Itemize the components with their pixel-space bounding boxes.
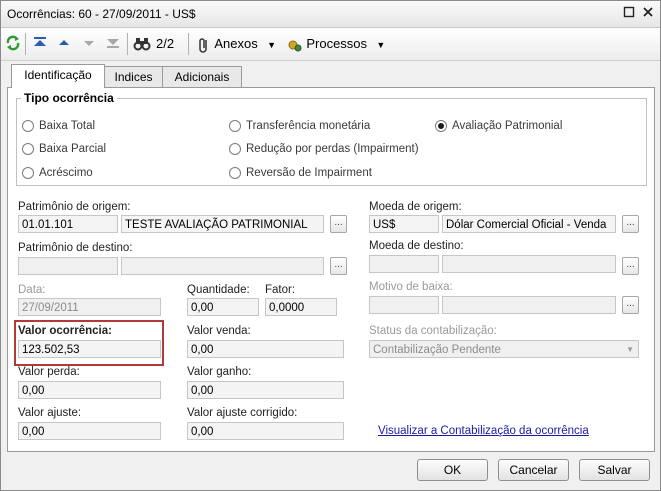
moeda-origem-label: Moeda de origem: bbox=[369, 201, 462, 213]
minimize-icon[interactable] bbox=[622, 6, 636, 20]
tab-bar: Identificação Indices Adicionais bbox=[1, 61, 660, 88]
patrimonio-origem-code-field[interactable]: 01.01.101 bbox=[18, 215, 118, 233]
ok-button[interactable]: OK bbox=[417, 459, 488, 481]
status-contabilizacao-label: Status da contabilização: bbox=[369, 325, 497, 337]
title-bar: Ocorrências: 60 - 27/09/2011 - US$ bbox=[1, 1, 660, 28]
visualizar-contabilizacao-link[interactable]: Visualizar a Contabilização da ocorrênci… bbox=[378, 425, 589, 437]
anexos-button[interactable]: Anexos ▼ bbox=[197, 34, 276, 54]
radio-label: Transferência monetária bbox=[246, 120, 371, 132]
moeda-origem-lookup-button[interactable]: ... bbox=[622, 215, 639, 233]
last-record-icon bbox=[106, 34, 120, 54]
quantidade-field[interactable]: 0,00 bbox=[187, 298, 259, 316]
moeda-destino-label: Moeda de destino: bbox=[369, 240, 464, 252]
toolbar-separator bbox=[188, 33, 189, 55]
patrimonio-origem-desc-field[interactable]: TESTE AVALIAÇÃO PATRIMONIAL bbox=[121, 215, 324, 233]
valor-ganho-label: Valor ganho: bbox=[187, 366, 252, 378]
status-contabilizacao-select: Contabilização Pendente ▼ bbox=[369, 340, 639, 358]
radio-selected-icon bbox=[435, 120, 447, 132]
patrimonio-origem-lookup-button[interactable]: ... bbox=[330, 215, 347, 233]
previous-record-icon[interactable] bbox=[58, 34, 70, 54]
data-field: 27/09/2011 bbox=[18, 298, 161, 316]
close-icon[interactable] bbox=[641, 6, 655, 20]
status-contabilizacao-value: Contabilização Pendente bbox=[373, 344, 501, 356]
motivo-baixa-label: Motivo de baixa: bbox=[369, 281, 453, 293]
patrimonio-destino-label: Patrimônio de destino: bbox=[18, 242, 133, 254]
chevron-down-icon: ▼ bbox=[626, 345, 634, 354]
patrimonio-origem-label: Patrimônio de origem: bbox=[18, 201, 131, 213]
cancel-button[interactable]: Cancelar bbox=[498, 459, 569, 481]
anexos-label: Anexos bbox=[214, 36, 258, 51]
save-button[interactable]: Salvar bbox=[579, 459, 650, 481]
valor-ajuste-field[interactable]: 0,00 bbox=[18, 422, 161, 440]
chevron-down-icon: ▼ bbox=[376, 40, 386, 50]
data-label: Data: bbox=[18, 284, 46, 296]
radio-label: Acréscimo bbox=[39, 167, 93, 179]
dialog-window: Ocorrências: 60 - 27/09/2011 - US$ 2/2 A… bbox=[0, 0, 661, 491]
moeda-origem-desc-field[interactable]: Dólar Comercial Oficial - Venda bbox=[442, 215, 616, 233]
group-title: Tipo ocorrência bbox=[21, 91, 117, 105]
radio-label: Baixa Parcial bbox=[39, 143, 107, 155]
refresh-icon[interactable] bbox=[5, 34, 21, 54]
valor-venda-label: Valor venda: bbox=[187, 325, 251, 337]
radio-label: Avaliação Patrimonial bbox=[452, 120, 563, 132]
fator-label: Fator: bbox=[265, 284, 296, 296]
valor-perda-label: Valor perda: bbox=[18, 366, 80, 378]
toolbar-separator bbox=[25, 33, 26, 55]
motivo-baixa-desc-field bbox=[442, 296, 616, 314]
tipo-ocorrencia-group: Tipo ocorrência Baixa Total Baixa Parcia… bbox=[16, 91, 647, 186]
motivo-baixa-lookup-button[interactable]: ... bbox=[622, 296, 639, 314]
processos-label: Processos bbox=[306, 36, 368, 51]
tab-indices[interactable]: Indices bbox=[104, 66, 163, 87]
radio-label: Reversão de Impairment bbox=[246, 167, 372, 179]
tab-adicionais[interactable]: Adicionais bbox=[162, 66, 242, 87]
window-title: Ocorrências: 60 - 27/09/2011 - US$ bbox=[7, 7, 196, 21]
radio-label: Redução por perdas (Impairment) bbox=[246, 143, 419, 155]
valor-ajuste-label: Valor ajuste: bbox=[18, 407, 82, 419]
quantidade-label: Quantidade: bbox=[187, 284, 250, 296]
radio-icon bbox=[22, 143, 34, 155]
next-record-icon bbox=[83, 34, 95, 54]
chevron-down-icon: ▼ bbox=[267, 40, 276, 50]
moeda-destino-code-field bbox=[369, 255, 439, 273]
radio-icon bbox=[22, 167, 34, 179]
fator-field[interactable]: 0,0000 bbox=[265, 298, 337, 316]
patrimonio-destino-lookup-button[interactable]: ... bbox=[330, 257, 347, 275]
motivo-baixa-code-field bbox=[369, 296, 439, 314]
patrimonio-destino-code-field bbox=[18, 257, 118, 275]
valor-ajuste-corrigido-label: Valor ajuste corrigido: bbox=[187, 407, 298, 419]
patrimonio-destino-desc-field bbox=[121, 257, 324, 275]
processos-button[interactable]: Processos ▼ bbox=[287, 34, 385, 54]
radio-icon bbox=[229, 167, 241, 179]
radio-label: Baixa Total bbox=[39, 120, 96, 132]
valor-perda-field[interactable]: 0,00 bbox=[18, 381, 161, 399]
toolbar-separator bbox=[127, 33, 128, 55]
radio-icon bbox=[229, 143, 241, 155]
moeda-destino-desc-field bbox=[442, 255, 616, 273]
radio-icon bbox=[229, 120, 241, 132]
valor-ocorrencia-highlight bbox=[14, 320, 164, 366]
first-record-icon[interactable] bbox=[33, 34, 47, 54]
tab-panel-identificacao: Tipo ocorrência Baixa Total Baixa Parcia… bbox=[7, 87, 655, 452]
radio-icon bbox=[22, 120, 34, 132]
binoculars-icon[interactable] bbox=[133, 34, 151, 54]
moeda-destino-lookup-button[interactable]: ... bbox=[622, 257, 639, 275]
moeda-origem-code-field[interactable]: US$ bbox=[369, 215, 439, 233]
valor-ajuste-corrigido-field[interactable]: 0,00 bbox=[187, 422, 344, 440]
record-counter: 2/2 bbox=[156, 36, 175, 51]
toolbar: 2/2 Anexos ▼ Processos ▼ bbox=[1, 28, 660, 61]
valor-venda-field[interactable]: 0,00 bbox=[187, 340, 344, 358]
valor-ganho-field[interactable]: 0,00 bbox=[187, 381, 344, 399]
tab-identificacao[interactable]: Identificação bbox=[11, 64, 105, 88]
